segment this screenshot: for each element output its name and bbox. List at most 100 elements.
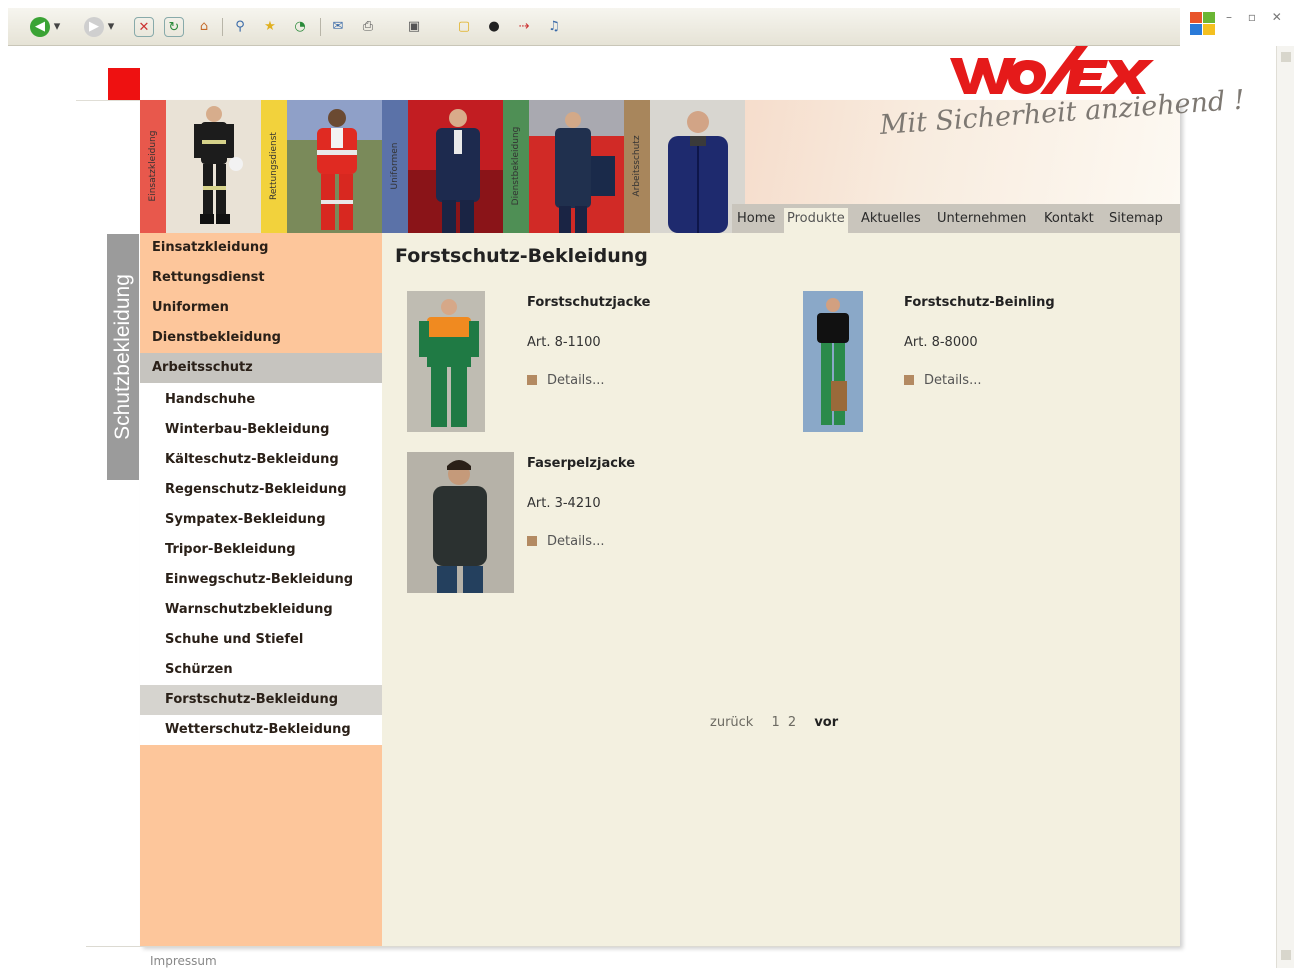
product-image[interactable]	[803, 291, 863, 432]
mail-icon[interactable]: ✉	[328, 17, 348, 37]
header-banner: Einsatzkleidung Rettungsdienst Uniformen…	[140, 85, 1246, 233]
back-icon[interactable]: ◀	[30, 17, 50, 37]
product-image[interactable]	[407, 452, 514, 593]
details-label: Details...	[547, 534, 605, 549]
category-tab-einsatzkleidung[interactable]: Einsatzkleidung	[140, 100, 261, 233]
sidebar-subitem-regenschutz[interactable]: Regenschutz-Bekleidung	[140, 475, 382, 505]
history-icon[interactable]: ◔	[290, 17, 310, 37]
brand-square	[108, 68, 140, 100]
refresh-icon[interactable]: ↻	[164, 17, 184, 37]
toolbar-separator	[222, 18, 223, 36]
section-tab: Schutzbekleidung	[107, 234, 139, 480]
pager-page-2[interactable]: 2	[788, 715, 796, 730]
product-details-link[interactable]: Details...	[527, 373, 604, 388]
back-dropdown-icon[interactable]: ▾	[52, 17, 62, 37]
product-article-number: Art. 3-4210	[527, 496, 601, 511]
sidebar-subitem-warnschutz[interactable]: Warnschutzbekleidung	[140, 595, 382, 625]
sidebar-item-einsatzkleidung[interactable]: Einsatzkleidung	[140, 233, 382, 263]
bullet-square-icon	[904, 375, 914, 385]
product-card: Faserpelzjacke Art. 3-4210 Details...	[407, 452, 787, 597]
stop-icon[interactable]: ✕	[134, 17, 154, 37]
paramedic-photo	[287, 100, 382, 233]
sidebar-subitem-einwegschutz[interactable]: Einwegschutz-Bekleidung	[140, 565, 382, 595]
media-icon[interactable]: ♫	[544, 17, 564, 37]
impressum-link[interactable]: Impressum	[150, 954, 217, 968]
sidebar-subitem-sympatex[interactable]: Sympatex-Bekleidung	[140, 505, 382, 535]
sidebar-subitem-forstschutz[interactable]: Forstschutz-Bekleidung	[140, 685, 382, 715]
wolfex-logo[interactable]	[948, 44, 1158, 96]
product-details-link[interactable]: Details...	[527, 534, 604, 549]
search-icon[interactable]: ⚲	[230, 17, 250, 37]
sidebar-item-arbeitsschutz[interactable]: Arbeitsschutz	[140, 353, 382, 383]
pager-page-1[interactable]: 1	[771, 715, 779, 730]
nav-sitemap[interactable]: Sitemap	[1106, 208, 1166, 233]
service-clothing-photo	[529, 100, 624, 233]
category-tab-rettungsdienst[interactable]: Rettungsdienst	[261, 100, 382, 233]
favorites-icon[interactable]: ★	[260, 17, 280, 37]
slogan-area: Mit Sicherheit anziehend !	[745, 85, 1246, 204]
category-tab-label: Dienstbekleidung	[511, 126, 521, 206]
pagination: zurück 1 2 vor	[710, 715, 838, 730]
divider	[76, 100, 140, 101]
toolbar-separator	[320, 18, 321, 36]
category-tab-label: Uniformen	[390, 142, 400, 190]
windows-logo-icon	[1188, 10, 1218, 36]
sidebar-subitem-wetterschutz[interactable]: Wetterschutz-Bekleidung	[140, 715, 382, 745]
bullet-square-icon	[527, 375, 537, 385]
scroll-down-icon[interactable]	[1281, 950, 1291, 960]
category-tab-arbeitsschutz[interactable]: Arbeitsschutz	[624, 100, 745, 233]
product-name[interactable]: Faserpelzjacke	[527, 456, 635, 471]
research-icon[interactable]: ⇢	[514, 17, 534, 37]
forward-icon[interactable]: ▶	[84, 17, 104, 37]
sidebar-subitem-kaelteschutz[interactable]: Kälteschutz-Bekleidung	[140, 445, 382, 475]
nav-kontakt[interactable]: Kontakt	[1041, 208, 1097, 233]
nav-produkte[interactable]: Produkte	[784, 208, 848, 233]
uniform-photo	[408, 100, 503, 233]
main-content: Forstschutz-Bekleidung Forstschutzjacke …	[382, 233, 1180, 946]
product-card: Forstschutzjacke Art. 8-1100 Details...	[407, 291, 787, 436]
pager-next[interactable]: vor	[814, 715, 838, 730]
category-tab-label: Arbeitsschutz	[632, 135, 642, 197]
edit-icon[interactable]: ▣	[404, 17, 424, 37]
sidebar-item-uniformen[interactable]: Uniformen	[140, 293, 382, 323]
sidebar-item-rettungsdienst[interactable]: Rettungsdienst	[140, 263, 382, 293]
browser-toolbar: ◀ ▾ ▶ ▾ ✕ ↻ ⌂ ⚲ ★ ◔ ✉ ⎙ ▣ ▢ ● ⇢ ♫	[8, 8, 1180, 46]
sidebar-item-dienstbekleidung[interactable]: Dienstbekleidung	[140, 323, 382, 353]
workwear-photo	[650, 100, 745, 233]
category-tab-dienstbekleidung[interactable]: Dienstbekleidung	[503, 100, 624, 233]
product-article-number: Art. 8-1100	[527, 335, 601, 350]
scroll-up-icon[interactable]	[1281, 52, 1291, 62]
category-tab-label: Einsatzkleidung	[148, 130, 158, 202]
sidebar-subitem-handschuhe[interactable]: Handschuhe	[140, 385, 382, 415]
nav-aktuelles[interactable]: Aktuelles	[858, 208, 924, 233]
sidebar-subitem-tripor[interactable]: Tripor-Bekleidung	[140, 535, 382, 565]
print-icon[interactable]: ⎙	[358, 17, 378, 37]
product-details-link[interactable]: Details...	[904, 373, 981, 388]
vertical-scrollbar[interactable]	[1276, 46, 1294, 968]
window-controls[interactable]: – ▫ ✕	[1226, 10, 1288, 24]
page-title: Forstschutz-Bekleidung	[395, 245, 648, 267]
section-label: Schutzbekleidung	[111, 274, 134, 440]
nav-unternehmen[interactable]: Unternehmen	[934, 208, 1029, 233]
sidebar-subitem-winterbau[interactable]: Winterbau-Bekleidung	[140, 415, 382, 445]
home-icon[interactable]: ⌂	[194, 17, 214, 37]
product-name[interactable]: Forstschutzjacke	[527, 295, 650, 310]
messenger-icon[interactable]: ●	[484, 17, 504, 37]
forward-dropdown-icon[interactable]: ▾	[106, 17, 116, 37]
footer-divider	[86, 946, 1180, 947]
details-label: Details...	[547, 373, 605, 388]
pager-prev[interactable]: zurück	[710, 715, 753, 730]
product-card: Forstschutz-Beinling Art. 8-8000 Details…	[803, 291, 1183, 436]
firefighter-photo	[166, 100, 261, 233]
notes-icon[interactable]: ▢	[454, 17, 474, 37]
sidebar-subitem-schuhe[interactable]: Schuhe und Stiefel	[140, 625, 382, 655]
product-image[interactable]	[407, 291, 485, 432]
sidebar: Einsatzkleidung Rettungsdienst Uniformen…	[140, 233, 382, 946]
nav-home[interactable]: Home	[734, 208, 778, 233]
sidebar-subitem-schuerzen[interactable]: Schürzen	[140, 655, 382, 685]
bullet-square-icon	[527, 536, 537, 546]
product-name[interactable]: Forstschutz-Beinling	[904, 295, 1055, 310]
page-container: Einsatzkleidung Rettungsdienst Uniformen…	[140, 85, 1246, 946]
product-article-number: Art. 8-8000	[904, 335, 978, 350]
category-tab-uniformen[interactable]: Uniformen	[382, 100, 503, 233]
